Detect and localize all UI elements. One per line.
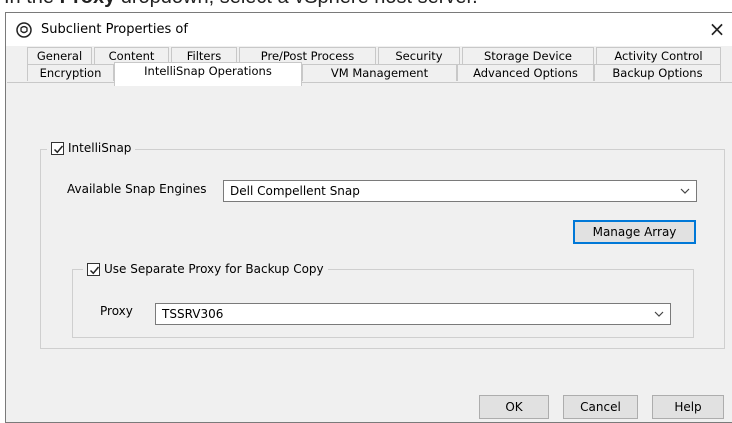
chevron-down-icon xyxy=(654,311,664,317)
title-bar: Subclient Properties of × xyxy=(6,13,732,46)
snap-engine-dropdown[interactable]: Dell Compellent Snap xyxy=(223,180,697,202)
app-icon xyxy=(16,22,32,38)
cancel-button[interactable]: Cancel xyxy=(563,395,638,419)
tab-intellisnap-operations[interactable]: IntelliSnap Operations xyxy=(114,62,302,86)
separate-proxy-label: Use Separate Proxy for Backup Copy xyxy=(104,262,324,276)
snap-engine-value: Dell Compellent Snap xyxy=(230,184,360,198)
intellisnap-label: IntelliSnap xyxy=(68,141,132,155)
ok-button[interactable]: OK xyxy=(479,395,549,419)
instruction-prefix: In the xyxy=(4,0,60,8)
proxy-dropdown[interactable]: TSSRV306 xyxy=(155,303,671,325)
tab-encryption[interactable]: Encryption xyxy=(27,64,114,81)
help-button[interactable]: Help xyxy=(652,395,724,419)
instruction-suffix: dropdown, select a vSphere host server. xyxy=(115,0,478,8)
intellisnap-legend: IntelliSnap xyxy=(47,141,136,155)
close-icon[interactable]: × xyxy=(702,13,732,46)
window-title: Subclient Properties of xyxy=(41,22,188,37)
intellisnap-checkbox[interactable] xyxy=(51,141,64,155)
instruction-bold: Proxy xyxy=(60,0,116,8)
manage-array-button[interactable]: Manage Array xyxy=(573,220,696,244)
snap-engines-label: Available Snap Engines xyxy=(67,182,207,196)
chevron-down-icon xyxy=(680,188,690,194)
tab-storage-device[interactable]: Storage Device xyxy=(462,47,594,64)
subclient-properties-dialog: Subclient Properties of × General Conten… xyxy=(5,12,732,423)
tab-general[interactable]: General xyxy=(27,47,92,64)
instruction-text: In the Proxy dropdown, select a vSphere … xyxy=(0,0,732,12)
tab-security[interactable]: Security xyxy=(378,47,460,64)
proxy-label: Proxy xyxy=(100,304,133,318)
tab-backup-options[interactable]: Backup Options xyxy=(594,64,721,81)
tab-vm-management[interactable]: VM Management xyxy=(302,64,457,81)
tab-advanced-options[interactable]: Advanced Options xyxy=(457,64,594,81)
separate-proxy-checkbox[interactable] xyxy=(87,262,100,276)
checkmark-icon xyxy=(53,145,64,153)
tab-activity-control[interactable]: Activity Control xyxy=(596,47,721,64)
proxy-legend: Use Separate Proxy for Backup Copy xyxy=(83,262,328,276)
checkmark-icon xyxy=(89,266,100,274)
intellisnap-panel: IntelliSnap Available Snap Engines Dell … xyxy=(7,82,732,382)
proxy-value: TSSRV306 xyxy=(162,307,224,321)
